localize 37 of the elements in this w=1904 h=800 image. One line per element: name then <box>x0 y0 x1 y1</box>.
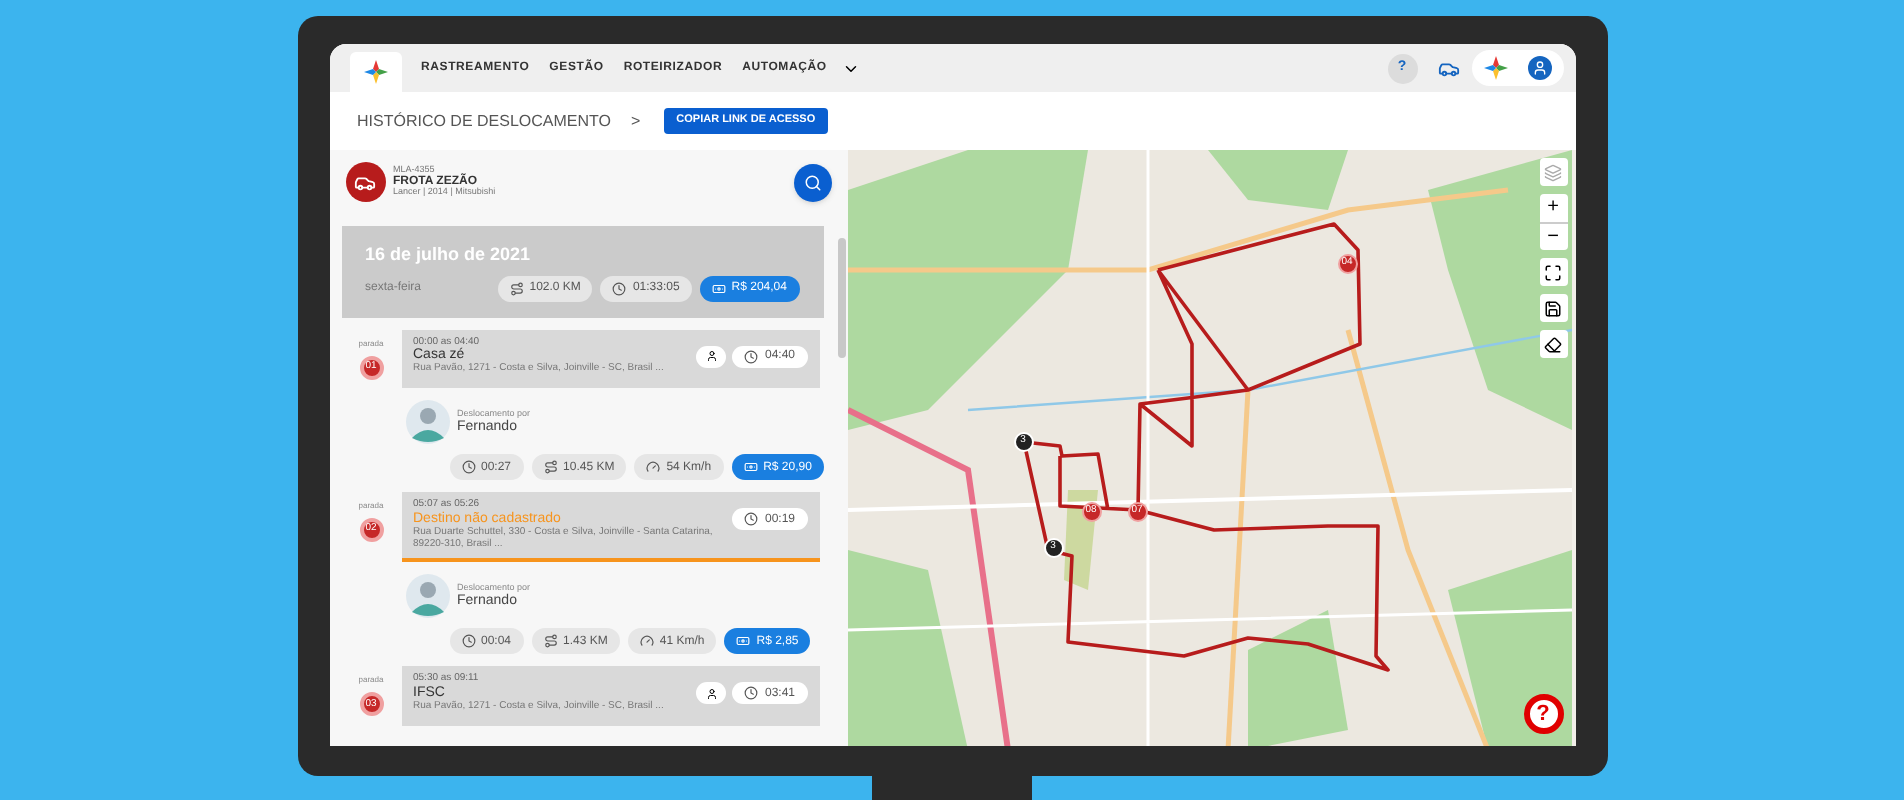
cost-icon <box>711 281 726 295</box>
duration-icon <box>461 460 475 475</box>
person-icon <box>705 350 718 362</box>
fit-screen-icon <box>1544 263 1562 281</box>
clock-icon <box>744 512 759 527</box>
logo-icon <box>1483 56 1507 80</box>
home-tab[interactable] <box>349 52 401 92</box>
save-button[interactable] <box>1539 294 1567 322</box>
user-button[interactable] <box>1527 56 1551 80</box>
distance-icon <box>543 634 558 649</box>
user-icon <box>1531 60 1547 76</box>
clock-icon <box>744 686 759 701</box>
search-icon <box>803 173 821 191</box>
save-icon <box>1544 299 1562 317</box>
cost-icon <box>736 634 751 649</box>
scrollbar <box>837 238 845 358</box>
driver-avatar <box>405 574 449 619</box>
layers-icon <box>1544 163 1562 181</box>
breadcrumb-separator: > <box>630 109 641 133</box>
cost-icon <box>743 460 758 475</box>
search-button[interactable] <box>793 163 831 201</box>
zoom-in-button[interactable]: + <box>1539 194 1567 222</box>
page-title: HISTÓRICO DE DESLOCAMENTO <box>357 109 611 133</box>
distance-icon <box>543 460 558 475</box>
person-icon <box>705 687 718 700</box>
eraser-button[interactable] <box>1539 330 1567 358</box>
distance-icon <box>509 281 524 295</box>
clock-icon <box>744 349 759 363</box>
fit-button[interactable] <box>1539 258 1567 286</box>
speed-icon <box>646 460 661 475</box>
duration-icon <box>612 281 627 295</box>
eraser-icon <box>1544 335 1562 353</box>
logo-icon <box>363 60 387 84</box>
zoom-out-button[interactable]: − <box>1539 222 1567 250</box>
driver-avatar <box>405 400 449 445</box>
duration-icon <box>461 634 475 649</box>
speed-icon <box>639 634 654 649</box>
